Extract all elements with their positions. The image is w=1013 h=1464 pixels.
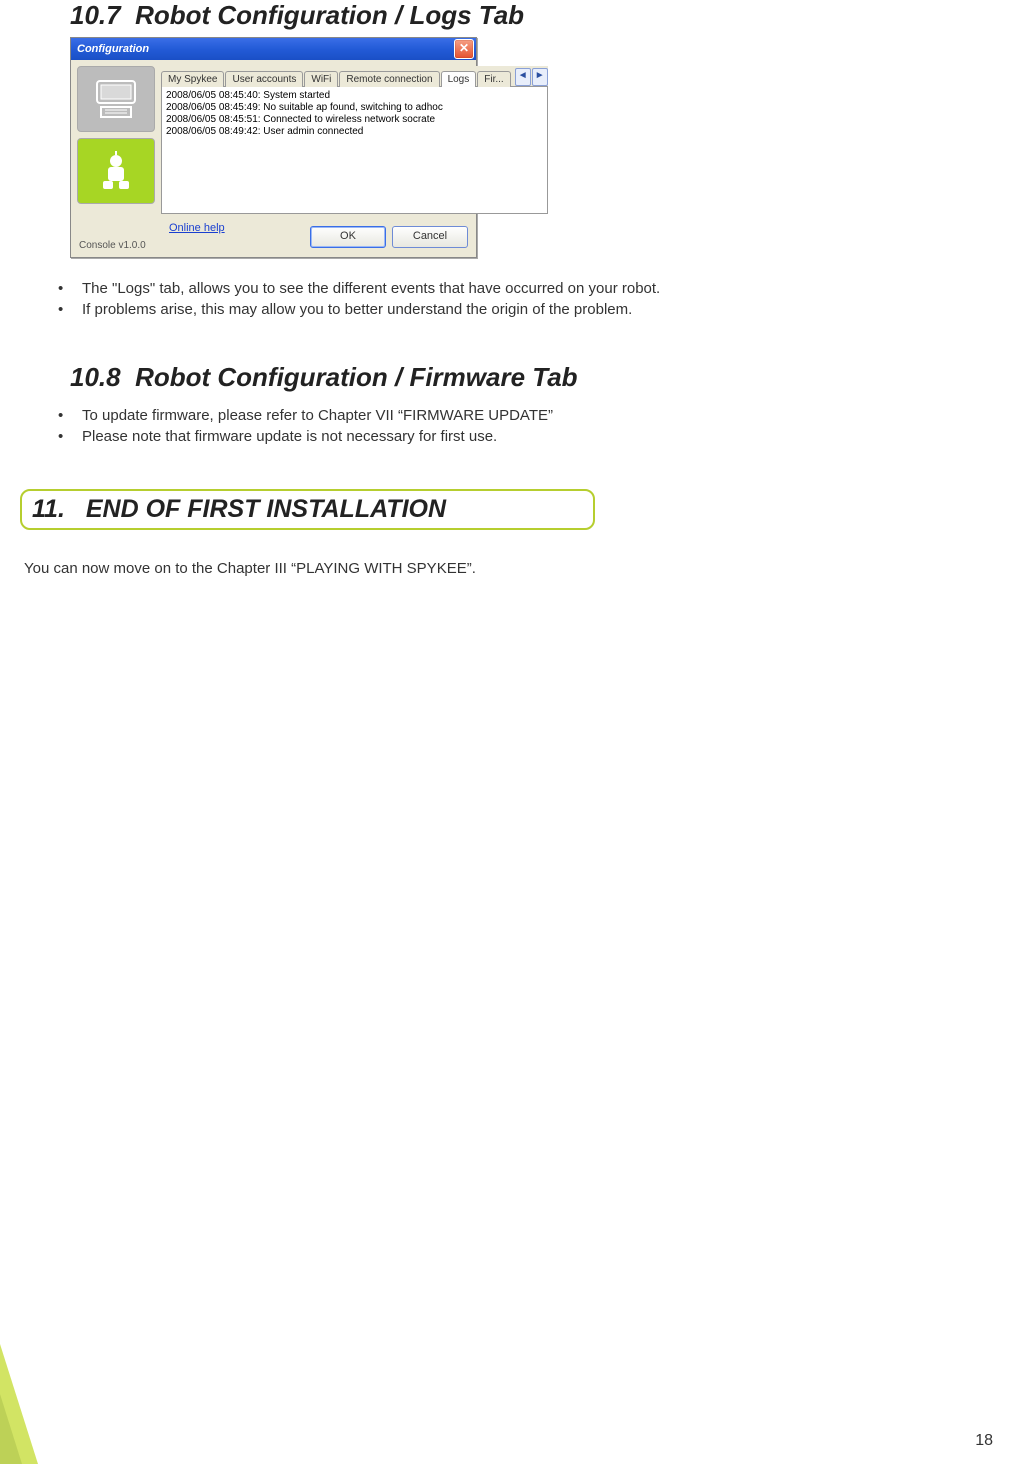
tab-remote-connection[interactable]: Remote connection (339, 71, 439, 87)
list-10-8: To update firmware, please refer to Chap… (50, 405, 958, 447)
heading-title: Robot Configuration / Logs Tab (135, 0, 524, 30)
cancel-button[interactable]: Cancel (392, 226, 468, 248)
log-line: 2008/06/05 08:45:49: No suitable ap foun… (166, 102, 543, 114)
tab-scroll: ◄ ► (514, 68, 548, 86)
tab-scroll-right-icon[interactable]: ► (532, 68, 548, 86)
close-icon[interactable]: ✕ (454, 39, 474, 59)
list-item: If problems arise, this may allow you to… (50, 299, 958, 320)
heading-number: 10.8 (70, 362, 121, 392)
ok-button[interactable]: OK (310, 226, 386, 248)
tab-wifi[interactable]: WiFi (304, 71, 338, 87)
console-version: Console v1.0.0 (79, 240, 225, 251)
tab-firmware-truncated[interactable]: Fir... (477, 71, 510, 87)
log-line: 2008/06/05 08:45:51: Connected to wirele… (166, 114, 543, 126)
log-line: 2008/06/05 08:49:42: User admin connecte… (166, 126, 543, 138)
heading-title: Robot Configuration / Firmware Tab (135, 362, 577, 392)
heading-10-7: 10.7 Robot Configuration / Logs Tab (70, 0, 958, 31)
page-corner-decoration (0, 1344, 38, 1464)
heading-number: 10.7 (70, 0, 121, 30)
window-title: Configuration (77, 43, 149, 55)
console-icon (91, 77, 141, 121)
heading-11-box: 11. END OF FIRST INSTALLATION (20, 489, 595, 530)
window-body: My Spykee User accounts WiFi Remote conn… (71, 60, 476, 218)
page-number: 18 (975, 1432, 993, 1450)
tab-my-spykee[interactable]: My Spykee (161, 71, 224, 87)
closing-paragraph: You can now move on to the Chapter III “… (24, 560, 958, 577)
sidebar-console-icon[interactable] (77, 66, 155, 132)
robot-icon (91, 149, 141, 193)
window-footer: Online help Console v1.0.0 OK Cancel (71, 218, 476, 257)
heading-title: END OF FIRST INSTALLATION (86, 495, 446, 523)
tab-user-accounts[interactable]: User accounts (225, 71, 303, 87)
tab-row: My Spykee User accounts WiFi Remote conn… (161, 66, 548, 87)
list-item: Please note that firmware update is not … (50, 426, 958, 447)
list-item: To update firmware, please refer to Chap… (50, 405, 958, 426)
tab-area: My Spykee User accounts WiFi Remote conn… (161, 66, 548, 214)
list-item: The "Logs" tab, allows you to see the di… (50, 278, 958, 299)
configuration-window: Configuration ✕ (70, 37, 477, 258)
heading-11: 11. END OF FIRST INSTALLATION (32, 495, 583, 524)
window-sidebar (77, 66, 153, 214)
tab-logs[interactable]: Logs (441, 71, 477, 87)
online-help-link[interactable]: Online help (169, 222, 225, 234)
log-line: 2008/06/05 08:45:40: System started (166, 90, 543, 102)
heading-number: 11. (32, 495, 65, 523)
footer-left: Online help Console v1.0.0 (79, 222, 225, 251)
window-title-bar[interactable]: Configuration ✕ (71, 38, 476, 60)
heading-10-8: 10.8 Robot Configuration / Firmware Tab (70, 362, 958, 393)
logs-textarea[interactable]: 2008/06/05 08:45:40: System started 2008… (161, 87, 548, 214)
footer-buttons: OK Cancel (310, 226, 468, 248)
sidebar-robot-icon[interactable] (77, 138, 155, 204)
list-10-7: The "Logs" tab, allows you to see the di… (50, 278, 958, 320)
document-page: 10.7 Robot Configuration / Logs Tab Conf… (0, 0, 1013, 1464)
tab-scroll-left-icon[interactable]: ◄ (515, 68, 531, 86)
